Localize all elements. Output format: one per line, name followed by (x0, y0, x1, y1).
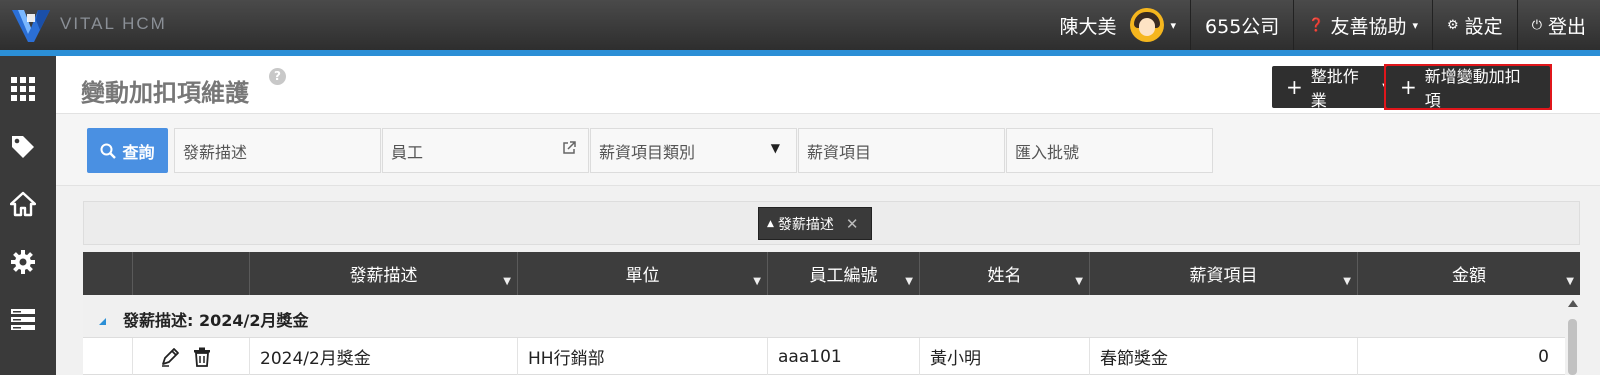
tag-icon[interactable] (10, 134, 36, 160)
chevron-down-icon: ▾ (1412, 18, 1419, 32)
filter-icon[interactable]: ▼ (905, 276, 913, 287)
column-header-label: 發薪描述 (349, 266, 418, 286)
filter-icon[interactable]: ▼ (1075, 276, 1083, 287)
grid-header: 發薪描述 ▼ 單位 ▼ 員工編號 ▼ 姓名 ▼ 薪資項目 ▼ 金額 ▼ (83, 252, 1580, 295)
power-icon: ⏻ (1531, 17, 1542, 33)
logout-label: 登出 (1547, 15, 1586, 38)
external-link-icon[interactable] (562, 141, 576, 155)
company-switcher[interactable]: 655公司 (1190, 0, 1293, 50)
trash-icon[interactable] (191, 346, 213, 368)
column-header-payroll-desc[interactable]: 發薪描述 ▼ (250, 252, 518, 295)
payroll-description-field[interactable]: 發薪描述 (174, 128, 381, 173)
group-row[interactable]: 發薪描述: 2024/2月獎金 (83, 296, 1565, 338)
collapse-triangle-icon[interactable] (99, 318, 106, 325)
left-sidebar (0, 56, 56, 375)
page-header: 變動加扣項維護 ? + 整批作業 ▼ + 新增變動加扣項 (56, 56, 1600, 114)
vertical-scrollbar[interactable] (1565, 296, 1580, 375)
filter-icon[interactable]: ▼ (503, 276, 511, 287)
server-list-icon[interactable] (10, 306, 36, 332)
scroll-thumb[interactable] (1568, 319, 1577, 375)
cell-salary-item: 春節獎金 (1090, 338, 1358, 375)
grid-apps-icon[interactable] (10, 76, 36, 102)
question-circle-icon: ❓ (1308, 17, 1325, 33)
import-batch-field[interactable]: 匯入批號 (1006, 128, 1213, 173)
column-header-label: 單位 (625, 266, 660, 286)
page-title: 變動加扣項維護 (81, 79, 249, 107)
home-icon[interactable] (10, 191, 36, 217)
group-chip-label: 發薪描述 (777, 216, 834, 233)
employee-picker-field[interactable]: 員工 (382, 128, 589, 173)
add-variable-item-button[interactable]: + 新增變動加扣項 (1386, 66, 1550, 110)
cell-department: HH行銷部 (518, 338, 768, 375)
grid-header-expand (83, 252, 133, 295)
settings-label: 設定 (1464, 15, 1503, 38)
app-logo-icon[interactable] (10, 6, 52, 44)
import-batch-placeholder: 匯入批號 (1015, 142, 1080, 162)
filter-bar: 查詢 發薪描述 員工 薪資項目類別 ▼ 薪資項目 匯入批號 (56, 114, 1600, 186)
cell-emp-no: aaa101 (768, 338, 920, 375)
help-question-icon[interactable]: ? (269, 68, 286, 85)
payroll-description-placeholder: 發薪描述 (183, 142, 248, 162)
column-header-label: 金額 (1452, 266, 1486, 286)
sort-up-icon: ▲ (767, 218, 774, 229)
gear-icon[interactable] (10, 249, 36, 275)
column-header-label: 員工編號 (809, 266, 878, 286)
cell-payroll-desc: 2024/2月獎金 (250, 338, 518, 375)
company-name: 655公司 (1205, 15, 1280, 38)
salary-category-select[interactable]: 薪資項目類別 ▼ (590, 128, 797, 173)
salary-item-field[interactable]: 薪資項目 (798, 128, 1005, 173)
column-header-department[interactable]: 單位 ▼ (518, 252, 768, 295)
avatar (1130, 8, 1165, 42)
column-header-salary-item[interactable]: 薪資項目 ▼ (1090, 252, 1358, 295)
gear-icon: ⚙ (1447, 17, 1459, 33)
new-button-label: 新增變動加扣項 (1424, 67, 1521, 110)
row-actions (133, 338, 250, 375)
plus-icon: + (1400, 75, 1417, 99)
scroll-up-arrow-icon[interactable] (1568, 300, 1578, 307)
group-row-label: 發薪描述: 2024/2月獎金 (123, 311, 309, 330)
logout-link[interactable]: ⏻ 登出 (1516, 0, 1600, 50)
caret-down-icon: ▼ (770, 141, 780, 155)
user-menu[interactable]: 陳大美 ▾ (1045, 0, 1190, 50)
settings-link[interactable]: ⚙ 設定 (1432, 0, 1517, 50)
column-header-amount[interactable]: 金額 ▼ (1358, 252, 1580, 295)
cell-name: 黃小明 (920, 338, 1090, 375)
group-chip[interactable]: ▲ 發薪描述 ✕ (758, 207, 872, 240)
search-button-label: 查詢 (122, 142, 155, 162)
row-spacer (83, 338, 133, 375)
column-header-label: 薪資項目 (1189, 266, 1258, 286)
close-icon[interactable]: ✕ (846, 215, 859, 233)
salary-category-placeholder: 薪資項目類別 (599, 142, 696, 162)
help-label: 友善協助 (1330, 15, 1407, 38)
grid-header-actions (133, 252, 250, 295)
search-button[interactable]: 查詢 (87, 128, 168, 173)
filter-icon[interactable]: ▼ (1343, 276, 1351, 287)
plus-icon: + (1286, 75, 1303, 99)
employee-placeholder: 員工 (391, 142, 424, 162)
salary-item-placeholder: 薪資項目 (807, 142, 872, 162)
chevron-down-icon: ▾ (1170, 18, 1177, 32)
group-by-panel: ▲ 發薪描述 ✕ (83, 201, 1580, 245)
top-bar: VITAL HCM 陳大美 ▾ 655公司 ❓ 友善協助 ▾ ⚙ 設定 ⏻ 登出 (0, 0, 1600, 50)
help-menu[interactable]: ❓ 友善協助 ▾ (1293, 0, 1432, 50)
column-header-name[interactable]: 姓名 ▼ (920, 252, 1090, 295)
batch-button-label: 整批作業 (1310, 67, 1359, 110)
filter-icon[interactable]: ▼ (1566, 276, 1574, 287)
table-row[interactable]: 2024/2月獎金 HH行銷部 aaa101 黃小明 春節獎金 0 (83, 338, 1565, 375)
search-icon (100, 143, 117, 159)
column-header-emp-no[interactable]: 員工編號 ▼ (768, 252, 920, 295)
brand-name: VITAL HCM (60, 14, 167, 33)
filter-icon[interactable]: ▼ (753, 276, 761, 287)
user-name: 陳大美 (1059, 15, 1117, 38)
edit-pencil-icon[interactable] (159, 346, 181, 368)
column-header-label: 姓名 (987, 266, 1022, 286)
cell-amount: 0 (1538, 346, 1549, 367)
